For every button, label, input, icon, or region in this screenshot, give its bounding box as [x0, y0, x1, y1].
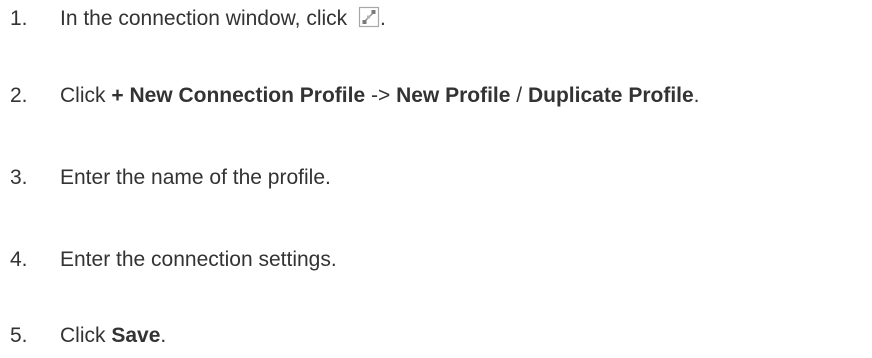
step-2: 2. Click + New Connection Profile -> New … [10, 81, 700, 111]
option-separator: / [510, 84, 528, 107]
duplicate-profile-label: Duplicate Profile [527, 84, 694, 107]
step-suffix: . [693, 84, 700, 107]
new-profile-label: New Profile [396, 84, 511, 107]
save-label: Save [111, 324, 161, 347]
step-text: Enter the name of the profile. [60, 166, 331, 189]
instruction-steps: 1. In the connection window, click . 2. Cl… [0, 0, 872, 358]
step-number: 3. [10, 166, 28, 189]
step-prefix: Click [60, 84, 112, 107]
step-number: 2. [10, 84, 28, 107]
step-number: 4. [10, 248, 28, 271]
step-5: 5. Click Save. [10, 321, 166, 351]
step-text: Enter the connection settings. [60, 248, 337, 271]
step-4: 4. Enter the connection settings. [10, 245, 337, 275]
step-number: 5. [10, 324, 28, 347]
step-prefix: Click [60, 324, 112, 347]
step-1: 1. In the connection window, click . [10, 4, 386, 34]
step-text: In the connection window, click [60, 7, 353, 30]
new-connection-profile-label: + New Connection Profile [111, 84, 366, 107]
step-suffix: . [380, 7, 386, 30]
step-number: 1. [10, 7, 28, 30]
menu-path-arrow: -> [365, 84, 397, 107]
step-3: 3. Enter the name of the profile. [10, 163, 331, 193]
step-suffix: . [160, 324, 167, 347]
connection-profile-icon [358, 6, 380, 28]
